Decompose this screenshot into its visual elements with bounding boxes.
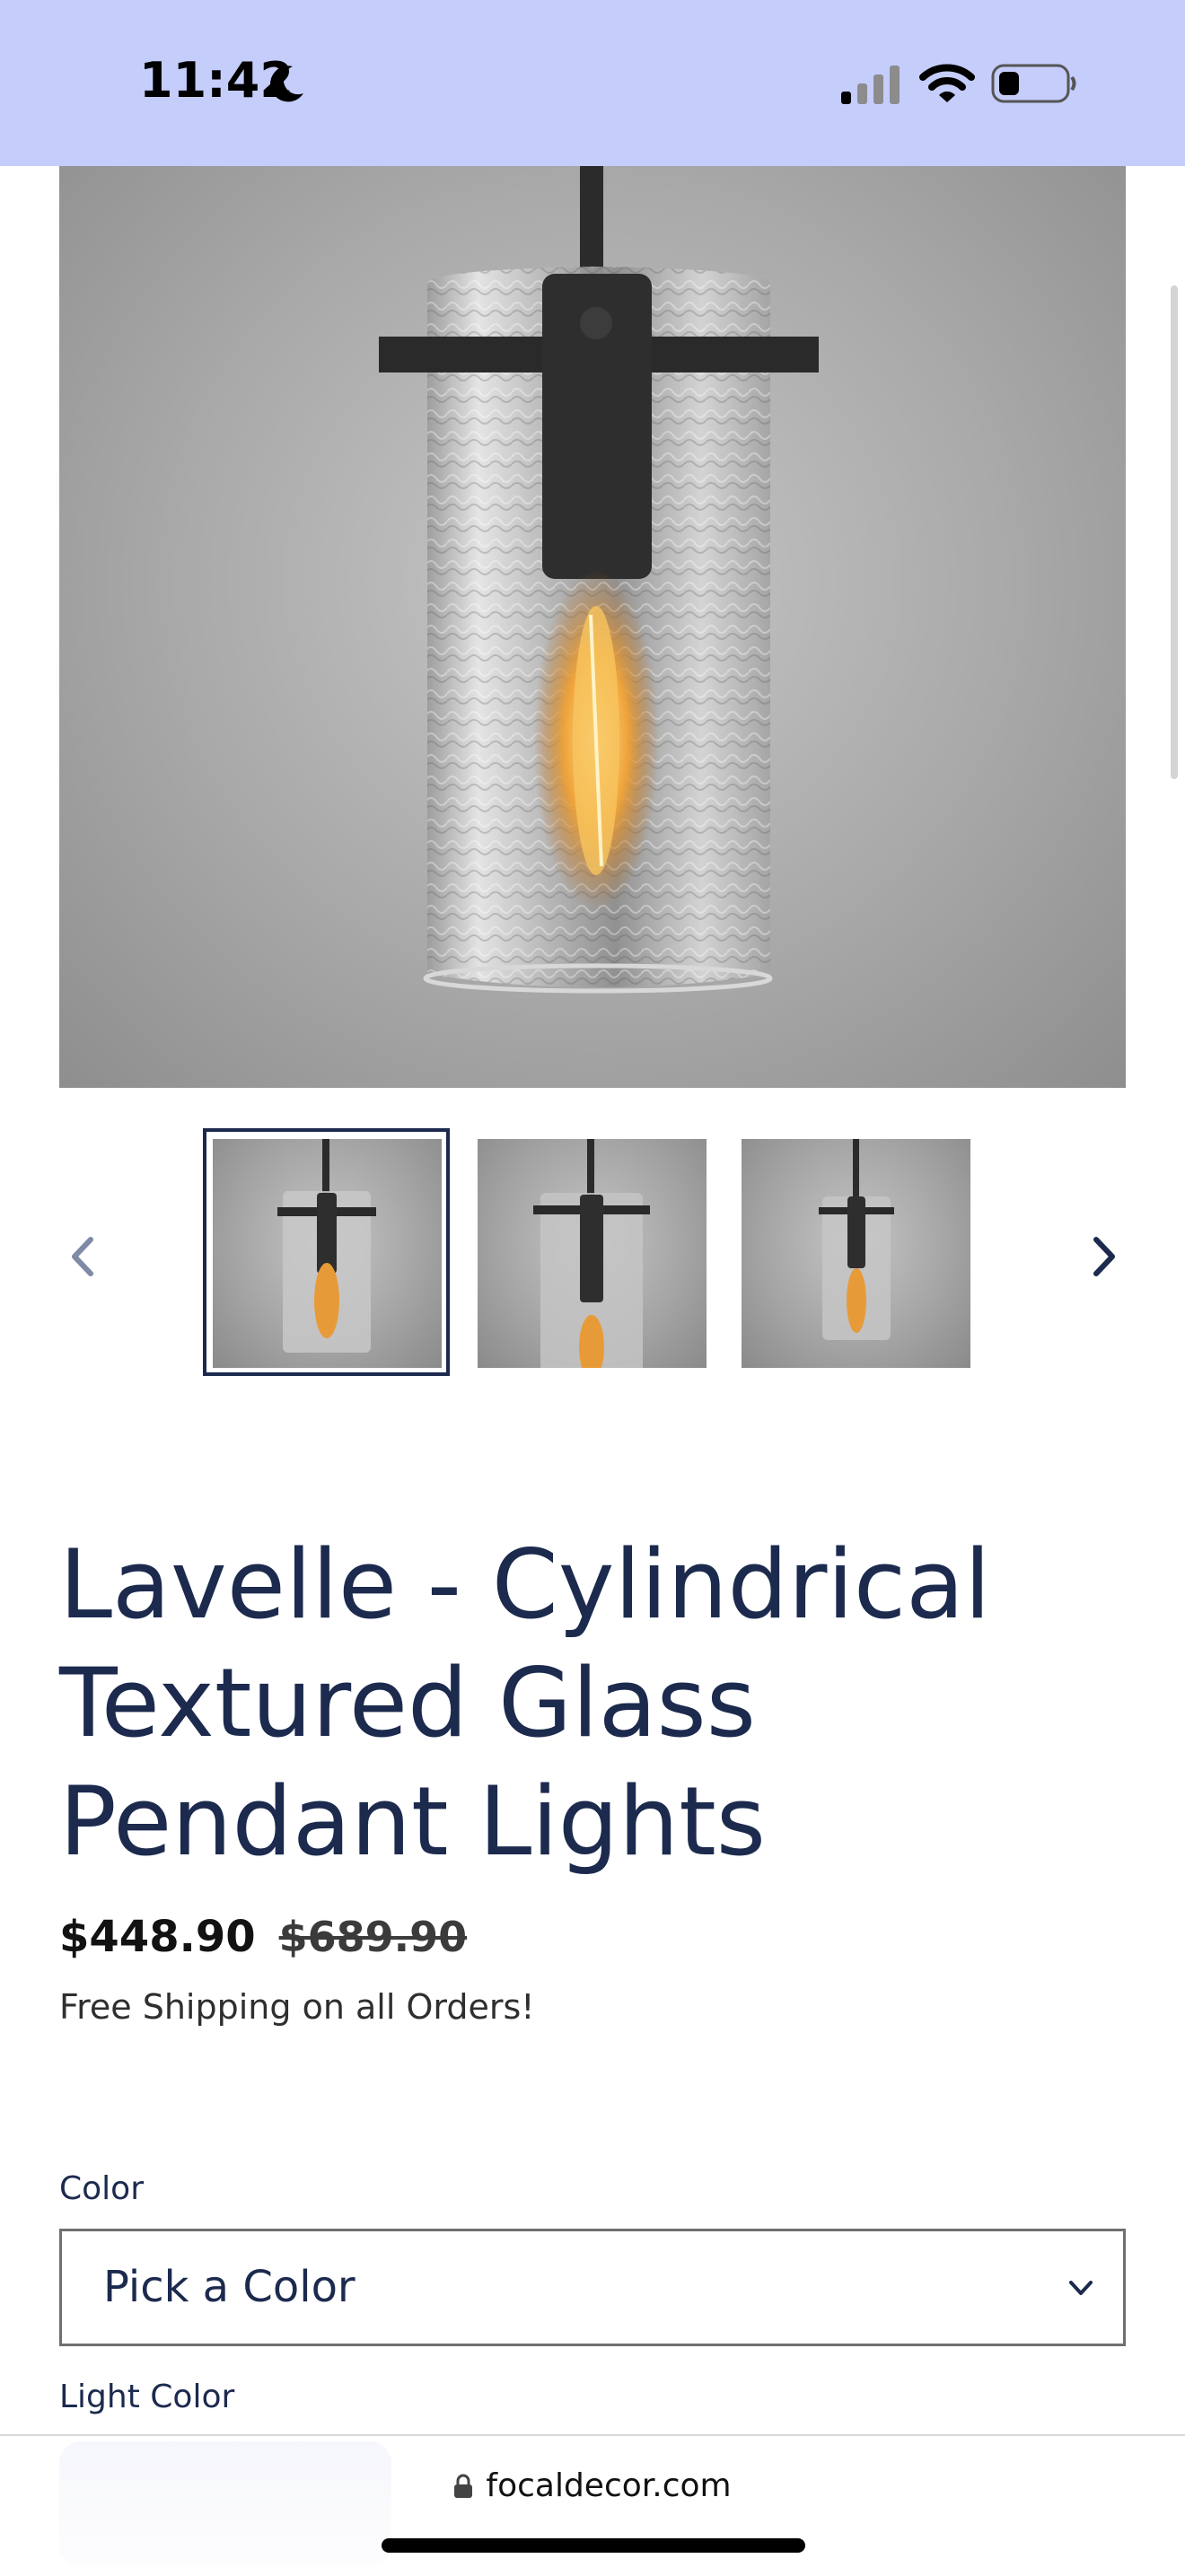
price-row: $448.90 $689.90 (59, 1905, 467, 1969)
carousel-next-button[interactable] (1077, 1230, 1131, 1284)
color-select[interactable]: Pick a Color (59, 2229, 1126, 2346)
lock-icon (454, 2474, 473, 2498)
shipping-note: Free Shipping on all Orders! (59, 1987, 535, 2027)
thumbnail-2[interactable] (478, 1139, 707, 1368)
url-text[interactable]: focaldecor.com (486, 2467, 731, 2504)
light-color-label: Light Color (59, 2379, 235, 2415)
moon-icon (270, 66, 303, 102)
pendant-lamp-illustration (379, 166, 819, 994)
product-title: Lavelle - Cylindrical Textured Glass Pen… (59, 1529, 991, 1877)
faded-overlay (59, 2441, 391, 2567)
compare-at-price: $689.90 (278, 1913, 468, 1961)
thumbnail-lamp-image (533, 1139, 650, 1368)
wifi-icon (919, 64, 975, 102)
scroll-indicator[interactable] (1171, 285, 1178, 779)
chevron-left-icon (72, 1237, 93, 1276)
thumbnail-selected-indicator (203, 1128, 450, 1376)
battery-icon (991, 64, 1076, 103)
chevron-right-icon (1093, 1237, 1115, 1276)
color-select-value: Pick a Color (103, 2262, 356, 2312)
home-indicator[interactable] (382, 2538, 805, 2553)
status-bar: 11:42 (0, 0, 1185, 166)
color-label: Color (59, 2170, 144, 2207)
thumbnail-3[interactable] (742, 1139, 970, 1368)
thumbnail-lamp-image (819, 1139, 894, 1340)
chevron-down-icon (1069, 2281, 1093, 2295)
cellular-signal-icon (841, 66, 900, 104)
main-product-image[interactable] (59, 166, 1126, 1088)
carousel-prev-button[interactable] (56, 1230, 110, 1284)
sale-price: $448.90 (59, 1912, 256, 1962)
